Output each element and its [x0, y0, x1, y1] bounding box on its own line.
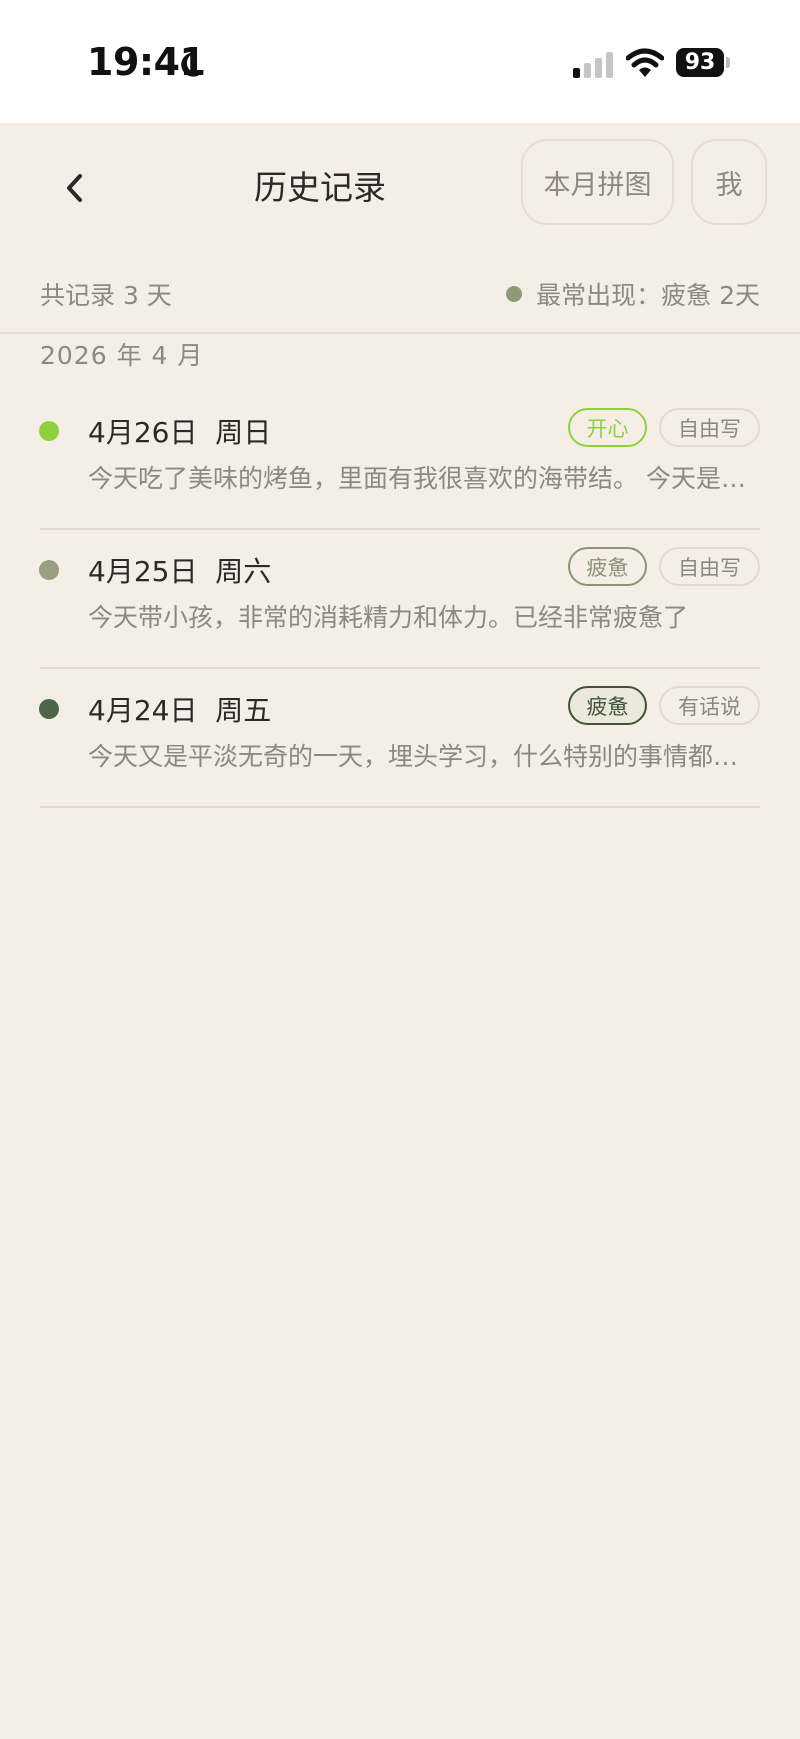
frequent-mood: 最常出现：疲惫 2天: [506, 276, 760, 312]
entry-type-tag: 自由写: [659, 547, 760, 586]
mood-tag: 疲惫: [568, 547, 647, 586]
entry-type-tag: 有话说: [659, 686, 760, 725]
entry-date: 4月25日 周六: [88, 555, 272, 588]
me-button[interactable]: 我: [691, 139, 767, 225]
mood-tag: 疲惫: [568, 686, 647, 725]
moon-icon: [181, 52, 204, 77]
entry-list-item[interactable]: 4月26日 周日 开心 自由写 今天吃了美味的烤鱼，里面有我很喜欢的海带结。 今…: [0, 391, 800, 530]
page-title: 历史记录: [254, 168, 386, 207]
wifi-icon: [626, 48, 664, 77]
record-count: 共记录 3 天: [40, 281, 172, 310]
frequent-mood-text: 最常出现：疲惫 2天: [536, 281, 760, 310]
entry-divider: [40, 806, 760, 808]
battery-indicator: 93: [676, 48, 724, 77]
entry-type-tag: 自由写: [659, 408, 760, 447]
chevron-left-icon: [67, 174, 82, 202]
mood-dot-icon: [39, 560, 59, 580]
mood-dot-icon: [39, 421, 59, 441]
summary-bar: 共记录 3 天 最常出现：疲惫 2天: [0, 270, 800, 314]
entry-date: 4月24日 周五: [88, 694, 272, 727]
entry-list-item[interactable]: 4月25日 周六 疲惫 自由写 今天带小孩，非常的消耗精力和体力。已经非常疲惫了: [0, 530, 800, 669]
header: 历史记录 本月拼图 我: [0, 123, 800, 243]
cellular-signal-icon: [573, 52, 613, 78]
mood-dot-icon: [39, 699, 59, 719]
month-label: 2026 年 4 月: [40, 341, 204, 370]
status-bar: 19:41 93: [0, 0, 800, 123]
entry-preview: 今天又是平淡无奇的一天，埋头学习，什么特别的事情都没有发生: [88, 742, 760, 771]
monthly-collage-button[interactable]: 本月拼图: [521, 139, 674, 225]
summary-divider: [0, 332, 800, 334]
mood-dot-icon: [506, 286, 523, 302]
entry-list-item[interactable]: 4月24日 周五 疲惫 有话说 今天又是平淡无奇的一天，埋头学习，什么特别的事情…: [0, 669, 800, 808]
entry-date: 4月26日 周日: [88, 416, 272, 449]
entry-preview: 今天带小孩，非常的消耗精力和体力。已经非常疲惫了: [88, 603, 689, 632]
battery-tip: [726, 57, 730, 68]
entry-preview: 今天吃了美味的烤鱼，里面有我很喜欢的海带结。 今天是我的生日，朋友们都来了: [88, 464, 760, 493]
back-button[interactable]: [52, 163, 96, 213]
mood-tag: 开心: [568, 408, 647, 447]
